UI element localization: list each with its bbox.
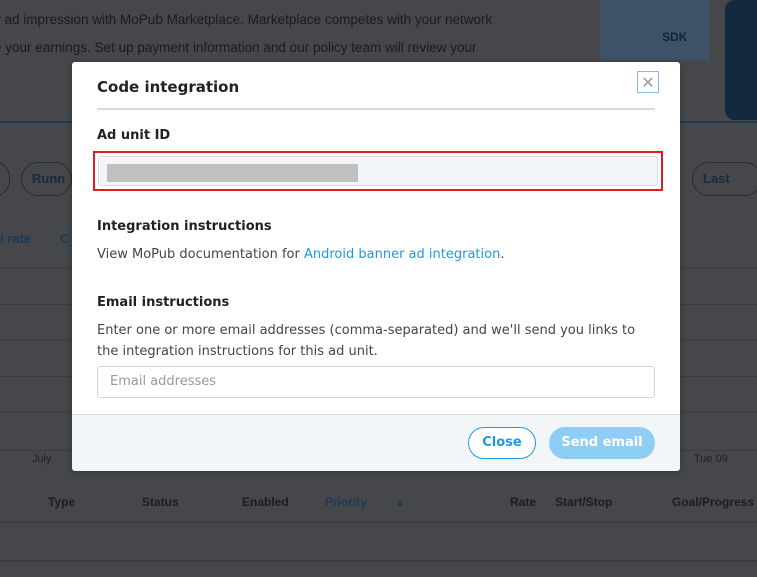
integration-text: View MoPub documentation for [97, 247, 304, 262]
filter-pill-running[interactable]: Runn [21, 162, 72, 196]
send-email-button[interactable]: Send email [549, 427, 655, 459]
device-illustration [725, 0, 757, 120]
redacted-id [107, 164, 358, 182]
title-divider [97, 108, 655, 110]
close-icon[interactable]: ✕ [637, 71, 659, 93]
integration-suffix: . [500, 247, 505, 262]
sort-asc-icon: ▲ [395, 498, 405, 509]
ad-unit-id-highlight [93, 151, 663, 191]
android-banner-link[interactable]: Android banner ad integration [304, 247, 500, 262]
col-priority[interactable]: Priority ▲ [325, 495, 405, 509]
col-type[interactable]: Type [48, 495, 75, 509]
intro-line: y ad impression with MoPub Marketplace. … [0, 12, 493, 27]
col-rate[interactable]: Rate [510, 495, 536, 509]
dialog-title: Code integration [97, 78, 240, 96]
intro-line: e your earnings. Set up payment informat… [0, 40, 477, 55]
sdk-illustration: SDK [600, 0, 710, 60]
table-header-border [0, 521, 757, 523]
filter-pill-left[interactable] [0, 162, 10, 196]
col-priority-label: Priority [325, 495, 368, 509]
ad-unit-id-label: Ad unit ID [97, 128, 171, 143]
col-status[interactable]: Status [142, 495, 179, 509]
dialog-footer: Close Send email [72, 414, 680, 471]
integration-instructions-label: Integration instructions [97, 219, 272, 234]
date-range-pill[interactable]: Last [692, 162, 757, 196]
sdk-label: SDK [662, 30, 688, 44]
email-addresses-input[interactable]: Email addresses [97, 366, 655, 398]
col-goal-progress[interactable]: Goal/Progress [672, 495, 754, 509]
close-button[interactable]: Close [468, 427, 536, 459]
intro-text: y ad impression with MoPub Marketplace. … [0, 6, 492, 62]
code-integration-dialog: Code integration ✕ Ad unit ID Integratio… [72, 62, 680, 471]
chart-label-july: July [32, 453, 52, 465]
ad-unit-id-field[interactable] [98, 156, 658, 186]
col-enabled[interactable]: Enabled [242, 495, 289, 509]
metric-tab-fill-rate[interactable]: l rate [0, 231, 31, 246]
email-instructions-text: Enter one or more email addresses (comma… [97, 323, 636, 359]
chart-label-tue: Tue 09 [694, 453, 728, 465]
table-row-border [0, 560, 757, 562]
email-instructions-label: Email instructions [97, 295, 230, 310]
metric-tab-ctr[interactable]: C [60, 231, 69, 246]
col-start-stop[interactable]: Start/Stop [555, 495, 612, 509]
integration-instructions-text: View MoPub documentation for Android ban… [97, 244, 647, 265]
